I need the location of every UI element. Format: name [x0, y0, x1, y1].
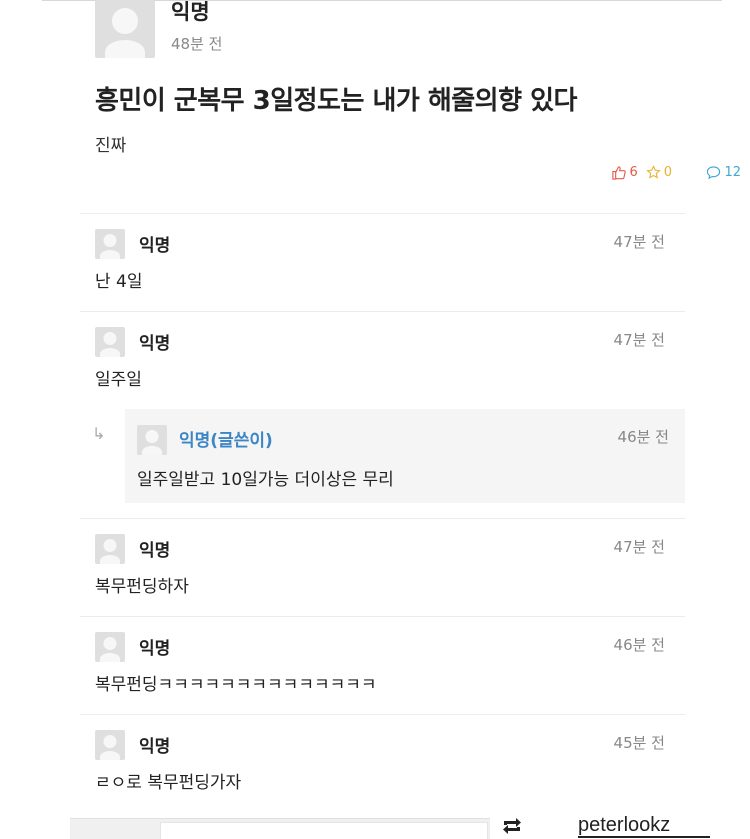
comment-text: 복무펀딩하자: [95, 577, 189, 597]
avatar[interactable]: [95, 534, 125, 564]
post-time: 48분 전: [171, 35, 223, 53]
screenshot-frame: 익명 48분 전 흥민이 군복무 3일정도는 내가 해줄의향 있다 진짜 6 1…: [0, 0, 750, 839]
divider: [80, 518, 685, 519]
reply-text: 일주일받고 10일가능 더이상은 무리: [137, 470, 394, 490]
post-title: 흥민이 군복무 3일정도는 내가 해줄의향 있다: [95, 86, 577, 116]
comment-author[interactable]: 익명: [139, 536, 170, 561]
post-author[interactable]: 익명: [171, 0, 210, 26]
comment-item: 익명 47분 전 일주일: [95, 327, 685, 390]
like-button[interactable]: 6: [611, 165, 638, 180]
comment-time: 47분 전: [613, 331, 665, 349]
comment-author[interactable]: 익명: [139, 329, 170, 354]
avatar[interactable]: [95, 327, 125, 357]
divider: [80, 714, 685, 715]
thumbs-up-icon: [612, 166, 627, 180]
comment-time: 47분 전: [613, 233, 665, 251]
reply-time: 46분 전: [617, 428, 669, 446]
comment-time: 45분 전: [613, 734, 665, 752]
post-body: 진짜: [95, 136, 127, 156]
avatar[interactable]: [95, 229, 125, 259]
divider: [80, 213, 685, 214]
speech-bubble-icon: [707, 166, 721, 180]
comment-item: 익명 47분 전 난 4일: [95, 229, 685, 292]
avatar[interactable]: [95, 0, 155, 58]
like-count: 6: [629, 165, 638, 180]
scrap-count: 0: [663, 165, 672, 180]
repost-arrows-icon: [503, 817, 521, 834]
repost-icon: [500, 812, 526, 839]
comment-item: 익명 45분 전 ㄹㅇ로 복무펀딩가자: [95, 730, 685, 793]
comment-author[interactable]: 익명: [139, 732, 170, 757]
watermark-underline: [578, 836, 710, 838]
watermark-username: peterlookz: [578, 812, 671, 839]
comment-author[interactable]: 익명: [139, 634, 170, 659]
comment-text: 난 4일: [95, 272, 143, 292]
comment-text: 일주일: [95, 370, 142, 390]
star-icon: [646, 165, 661, 179]
comment-text: 복무펀딩ㅋㅋㅋㅋㅋㅋㅋㅋㅋㅋㅋㅋㅋㅋ: [95, 675, 377, 695]
post-stats: 6 12 0: [611, 165, 741, 180]
avatar[interactable]: [95, 730, 125, 760]
comment-item: 익명 47분 전 복무펀딩하자: [95, 534, 685, 597]
reply-arrow-icon: ↳: [92, 424, 106, 443]
divider: [80, 616, 685, 617]
comment-count: 12: [724, 165, 741, 180]
comment-time: 46분 전: [613, 636, 665, 654]
comment-item: 익명 46분 전 복무펀딩ㅋㅋㅋㅋㅋㅋㅋㅋㅋㅋㅋㅋㅋㅋ: [95, 632, 685, 695]
divider: [80, 311, 685, 312]
avatar[interactable]: [137, 425, 167, 455]
avatar[interactable]: [95, 632, 125, 662]
comment-input[interactable]: [160, 822, 488, 839]
comment-text: ㄹㅇ로 복무펀딩가자: [95, 773, 242, 793]
reply-author[interactable]: 익명(글쓴이): [179, 426, 273, 451]
comment-author[interactable]: 익명: [139, 231, 170, 256]
comment-count-button[interactable]: 12: [706, 165, 750, 180]
scrap-button[interactable]: 0: [646, 165, 672, 180]
comment-time: 47분 전: [613, 538, 665, 556]
reply-item: 익명(글쓴이) 46분 전 일주일받고 10일가능 더이상은 무리: [125, 409, 685, 503]
